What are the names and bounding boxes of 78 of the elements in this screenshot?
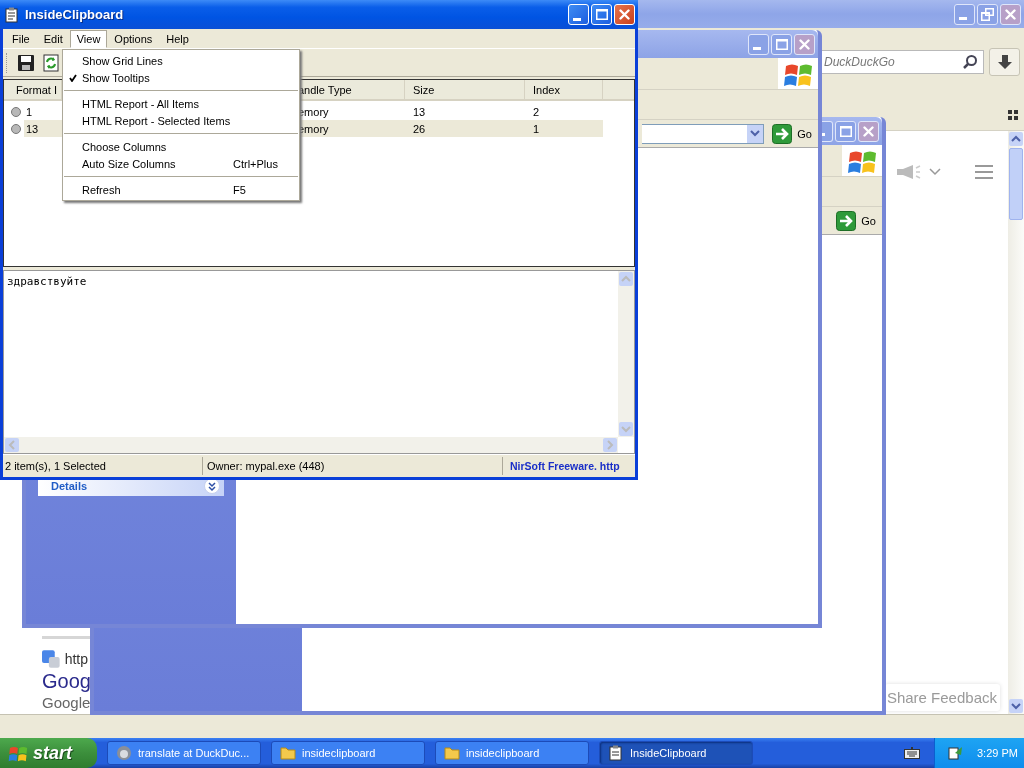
column-header[interactable]: Size xyxy=(405,80,525,99)
close-icon xyxy=(1005,8,1016,20)
clipboard-icon[interactable] xyxy=(947,745,963,761)
window-title: InsideClipboard xyxy=(25,7,124,22)
menu-item[interactable]: File xyxy=(5,29,37,48)
maximize-icon xyxy=(595,9,608,20)
maximize-button[interactable] xyxy=(771,33,792,55)
close-icon xyxy=(619,9,630,20)
windows-flag-icon xyxy=(8,744,28,762)
taskbar-button[interactable]: translate at DuckDuc... xyxy=(107,741,261,765)
menu-item[interactable]: Edit xyxy=(36,29,70,48)
refresh-icon xyxy=(43,53,59,72)
result-url[interactable]: http xyxy=(64,651,88,667)
minimize-button[interactable] xyxy=(954,3,975,25)
minimize-icon xyxy=(958,17,967,20)
close-button[interactable] xyxy=(1000,3,1021,25)
minimize-icon xyxy=(752,47,761,50)
search-field[interactable]: DuckDuckGo xyxy=(821,50,984,74)
folder-icon xyxy=(444,745,460,761)
taskbar-button[interactable]: insideclipboard xyxy=(271,741,425,765)
chevron-down-icon xyxy=(750,130,761,137)
maximize-icon xyxy=(839,125,852,137)
close-button[interactable] xyxy=(794,33,815,55)
result-snippet: Google xyxy=(42,694,88,711)
scroll-thumb[interactable] xyxy=(1009,148,1023,220)
table-cell[interactable]: 2 xyxy=(525,103,603,120)
clipboard-text: здравствуйте xyxy=(7,275,87,288)
menu-item[interactable]: Options xyxy=(107,29,160,48)
close-button[interactable] xyxy=(858,120,879,142)
restore-icon xyxy=(981,7,994,21)
close-icon xyxy=(863,125,874,137)
table-cell[interactable]: 1 xyxy=(525,120,603,137)
status-text: Owner: mypal.exe (448) xyxy=(203,457,503,475)
dropdown-button[interactable] xyxy=(747,124,764,143)
minimize-button[interactable] xyxy=(748,33,769,55)
table-cell[interactable]: 26 xyxy=(405,120,525,137)
down-arrow-icon xyxy=(996,54,1013,70)
section-title: Details xyxy=(51,480,88,492)
start-button[interactable]: start xyxy=(0,738,97,768)
taskbar-button[interactable]: InsideClipboard xyxy=(599,741,753,765)
status-text: 2 item(s), 1 Selected xyxy=(3,457,203,475)
grid-icon[interactable] xyxy=(1008,110,1018,120)
table-cell[interactable]: 1 xyxy=(24,103,62,120)
close-icon xyxy=(799,38,810,50)
restore-button[interactable] xyxy=(977,3,998,25)
circle-icon xyxy=(11,106,21,117)
taskbar-button[interactable]: insideclipboard xyxy=(435,741,589,765)
clipboard-icon xyxy=(608,745,624,761)
circle-icon xyxy=(11,123,21,134)
menu-item[interactable]: Refresh F5 xyxy=(63,181,299,198)
address-field[interactable] xyxy=(642,123,765,144)
go-button[interactable]: Go xyxy=(834,210,878,231)
menu-item[interactable]: View xyxy=(69,29,108,48)
website-link[interactable]: NirSoft Freeware. http xyxy=(503,457,635,475)
download-button[interactable] xyxy=(989,48,1020,76)
menu-item[interactable]: Choose Columns xyxy=(63,138,299,155)
menu-item[interactable]: Auto Size Columns Ctrl+Plus xyxy=(63,155,299,172)
folder-icon xyxy=(280,745,296,761)
table-cell[interactable]: 13 xyxy=(24,120,62,137)
refresh-button[interactable] xyxy=(42,52,60,73)
clipboard-icon xyxy=(5,6,19,23)
menu-item[interactable]: Help xyxy=(159,29,196,48)
maximize-icon xyxy=(775,38,788,50)
minimize-icon xyxy=(572,17,581,21)
table-cell[interactable]: 13 xyxy=(405,103,525,120)
save-button[interactable] xyxy=(16,52,36,73)
search-icon[interactable] xyxy=(962,54,978,70)
translate-icon xyxy=(42,650,60,668)
result-title-link[interactable]: Goog xyxy=(42,670,88,693)
menu-item[interactable]: Show Grid Lines xyxy=(63,52,299,69)
app-icon xyxy=(116,745,132,761)
maximize-button[interactable] xyxy=(835,120,856,142)
keyboard-icon[interactable] xyxy=(904,747,920,759)
scrollbar[interactable] xyxy=(1008,131,1024,714)
column-header[interactable]: Index xyxy=(525,80,603,99)
go-button[interactable]: Go xyxy=(770,123,814,144)
menu-icon[interactable] xyxy=(975,165,993,179)
megaphone-icon[interactable] xyxy=(895,164,921,180)
